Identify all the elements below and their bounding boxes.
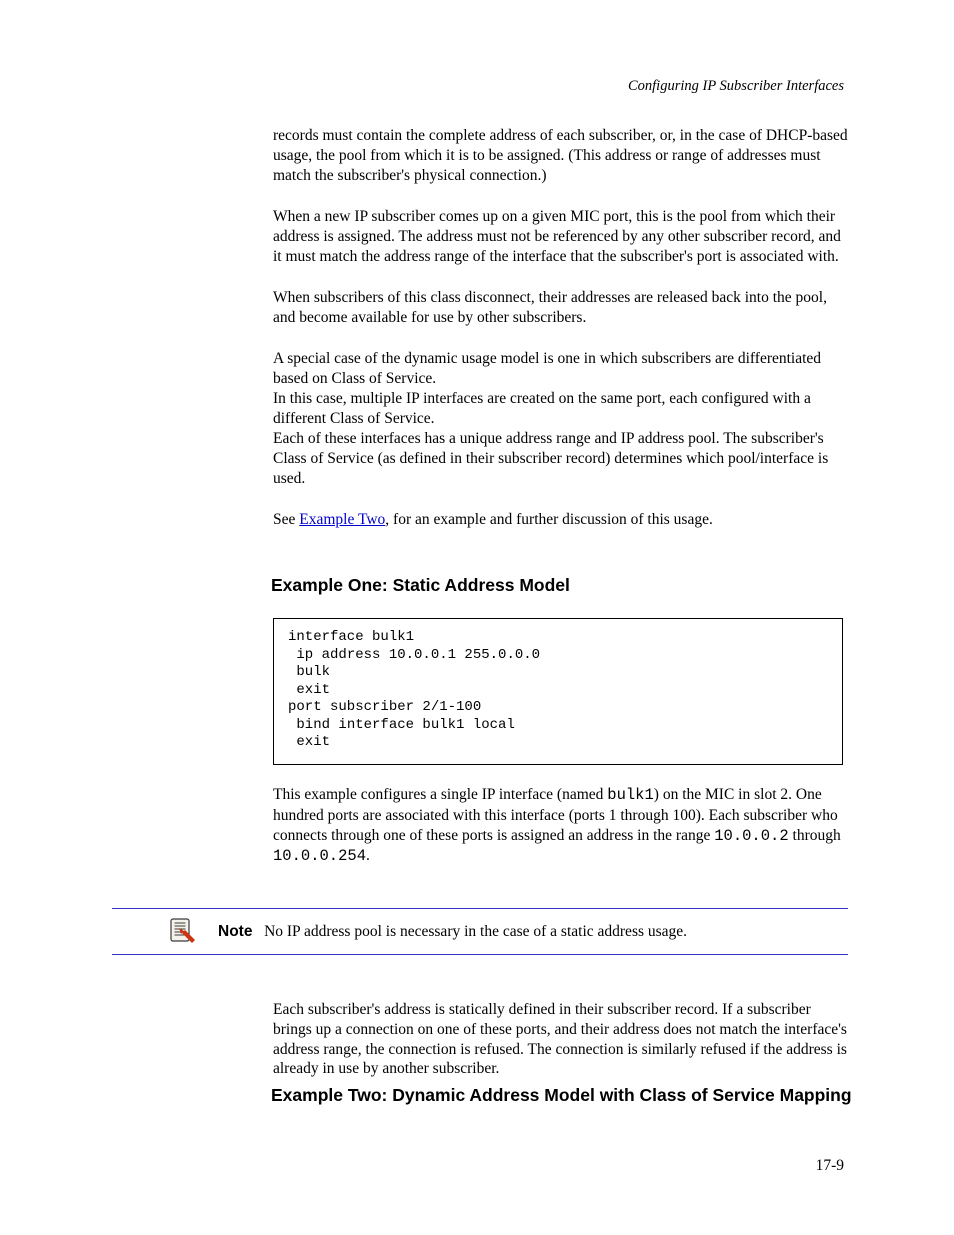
heading-example-one: Example One: Static Address Model	[271, 575, 570, 596]
horizontal-rule	[112, 954, 848, 955]
code-line: bind interface bulk1 local	[296, 717, 514, 733]
note-text: Note No IP address pool is necessary in …	[218, 922, 687, 942]
inline-code: 10.0.0.254	[273, 847, 366, 865]
body-paragraph: See Example Two, for an example and furt…	[273, 510, 849, 530]
heading-example-two: Example Two: Dynamic Address Model with …	[271, 1085, 852, 1106]
inline-code: bulk1	[607, 786, 654, 804]
code-line: interface bulk1	[288, 629, 414, 645]
code-line: ip address 10.0.0.1 255.0.0.0	[296, 647, 540, 663]
code-line: exit	[296, 734, 330, 750]
note-icon	[168, 917, 196, 947]
code-line: port subscriber 2/1-100	[288, 699, 481, 715]
note-callout: Note No IP address pool is necessary in …	[112, 908, 848, 955]
cross-reference-link[interactable]: Example Two	[299, 511, 385, 528]
inline-code: 10.0.0.2	[714, 827, 788, 845]
text-run: This example configures a single IP inte…	[273, 786, 607, 803]
body-paragraph: This example configures a single IP inte…	[273, 785, 849, 867]
body-paragraph: Each subscriber's address is statically …	[273, 1000, 849, 1079]
body-paragraph: records must contain the complete addres…	[273, 126, 849, 185]
note-body-text: No IP address pool is necessary in the c…	[264, 923, 687, 940]
text-run: See	[273, 511, 299, 528]
running-header: Configuring IP Subscriber Interfaces	[628, 78, 844, 95]
body-paragraph: When subscribers of this class disconnec…	[273, 288, 849, 328]
body-paragraph: Each of these interfaces has a unique ad…	[273, 429, 849, 488]
text-run: .	[366, 847, 370, 864]
body-paragraph: When a new IP subscriber comes up on a g…	[273, 207, 849, 266]
code-line: exit	[296, 682, 330, 698]
page-number: 17-9	[816, 1157, 844, 1175]
body-paragraph: In this case, multiple IP interfaces are…	[273, 389, 849, 429]
text-run: through	[789, 827, 841, 844]
body-paragraph: A special case of the dynamic usage mode…	[273, 349, 849, 389]
note-label: Note	[218, 923, 252, 940]
code-line: bulk	[296, 664, 330, 680]
text-run: , for an example and further discussion …	[385, 511, 713, 528]
code-listing: interface bulk1 ip address 10.0.0.1 255.…	[273, 618, 843, 765]
